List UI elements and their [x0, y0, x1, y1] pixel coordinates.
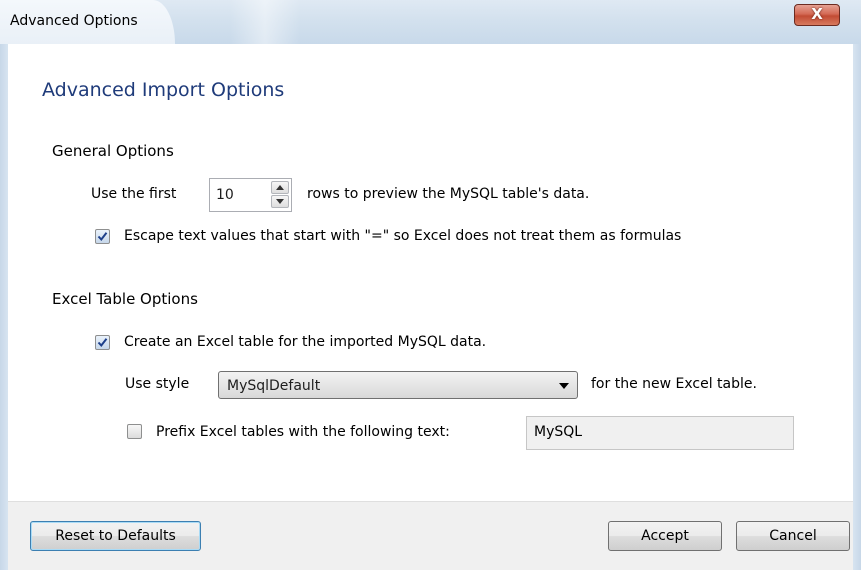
title-bar-highlight	[230, 0, 300, 44]
window-frame-left	[0, 44, 8, 570]
spin-down-button[interactable]	[271, 195, 289, 208]
preview-rows-stepper[interactable]: 10	[209, 178, 292, 212]
prefix-tables-checkbox[interactable]	[127, 424, 142, 439]
stepper-arrows	[271, 181, 289, 209]
checkmark-icon	[97, 232, 108, 242]
spin-up-button[interactable]	[271, 181, 289, 194]
create-excel-table-label: Create an Excel table for the imported M…	[124, 334, 487, 350]
prefix-text-field[interactable]	[526, 416, 794, 450]
escape-formulas-checkbox[interactable]	[95, 229, 110, 244]
escape-formulas-label: Escape text values that start with "=" s…	[124, 228, 682, 244]
spin-up-icon	[276, 185, 284, 190]
prefix-tables-label: Prefix Excel tables with the following t…	[156, 424, 450, 440]
table-style-value: MySqlDefault	[227, 378, 321, 394]
close-icon: X	[811, 5, 823, 23]
title-bar: Advanced Options X	[0, 0, 861, 44]
general-options-title: General Options	[52, 142, 174, 160]
reset-defaults-button[interactable]: Reset to Defaults	[30, 521, 201, 551]
use-style-prefix: Use style	[125, 376, 190, 392]
checkmark-icon	[97, 338, 108, 348]
dropdown-arrow-icon	[559, 383, 569, 389]
excel-table-options-title: Excel Table Options	[52, 290, 198, 308]
window-title: Advanced Options	[10, 13, 138, 29]
preview-rows-prefix: Use the first	[91, 186, 177, 202]
table-style-select[interactable]: MySqlDefault	[218, 371, 578, 399]
dialog-heading: Advanced Import Options	[42, 79, 285, 101]
close-button[interactable]: X	[794, 4, 840, 26]
accept-button[interactable]: Accept	[608, 521, 722, 551]
use-style-suffix: for the new Excel table.	[591, 376, 757, 392]
spin-down-icon	[276, 199, 284, 204]
prefix-text-input[interactable]	[534, 424, 784, 440]
preview-rows-value: 10	[216, 187, 234, 203]
cancel-button[interactable]: Cancel	[736, 521, 850, 551]
preview-rows-suffix: rows to preview the MySQL table's data.	[307, 186, 590, 202]
create-excel-table-checkbox[interactable]	[95, 335, 110, 350]
window-frame-right	[853, 44, 861, 570]
